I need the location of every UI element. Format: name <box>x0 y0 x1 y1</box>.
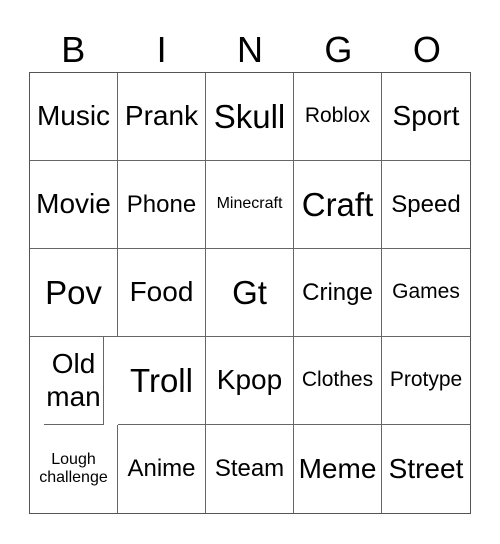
bingo-cell[interactable]: Anime <box>118 425 206 513</box>
bingo-cell[interactable]: Troll <box>118 337 206 425</box>
header-letter-n: N <box>237 29 264 70</box>
bingo-cell[interactable]: Steam <box>206 425 294 513</box>
bingo-cell[interactable]: Pov <box>30 249 118 337</box>
bingo-cell[interactable]: Street <box>382 425 470 513</box>
bingo-cell[interactable]: Sport <box>382 73 470 161</box>
bingo-cell[interactable]: Meme <box>294 425 382 513</box>
bingo-cell[interactable]: Protype <box>382 337 470 425</box>
header-letter-o: O <box>412 29 441 70</box>
bingo-cell[interactable]: Movie <box>30 161 118 249</box>
header-letter-i: I <box>156 29 167 70</box>
bingo-cell[interactable]: Food <box>118 249 206 337</box>
bingo-cell[interactable]: Gt <box>206 249 294 337</box>
bingo-cell[interactable]: Cringe <box>294 249 382 337</box>
bingo-cell[interactable]: Phone <box>118 161 206 249</box>
bingo-cell[interactable]: Lough challenge <box>30 425 118 513</box>
bingo-cell[interactable]: Old man <box>44 337 104 425</box>
bingo-cell[interactable]: Music <box>30 73 118 161</box>
bingo-grid: Music Prank Skull Roblox Sport Movie Phone Mine… <box>29 72 471 514</box>
header-letter-b: B <box>61 29 86 70</box>
bingo-cell[interactable]: Minecraft <box>206 161 294 249</box>
bingo-cell[interactable]: Speed <box>382 161 470 249</box>
bingo-cell[interactable]: Skull <box>206 73 294 161</box>
bingo-cell[interactable]: Craft <box>294 161 382 249</box>
bingo-cell[interactable]: Roblox <box>294 73 382 161</box>
bingo-cell[interactable]: Games <box>382 249 470 337</box>
bingo-header: B I N G O <box>29 28 471 72</box>
header-letter-g: G <box>324 29 353 70</box>
bingo-cell[interactable]: Clothes <box>294 337 382 425</box>
bingo-cell[interactable]: Kpop <box>206 337 294 425</box>
bingo-cell[interactable]: Prank <box>118 73 206 161</box>
